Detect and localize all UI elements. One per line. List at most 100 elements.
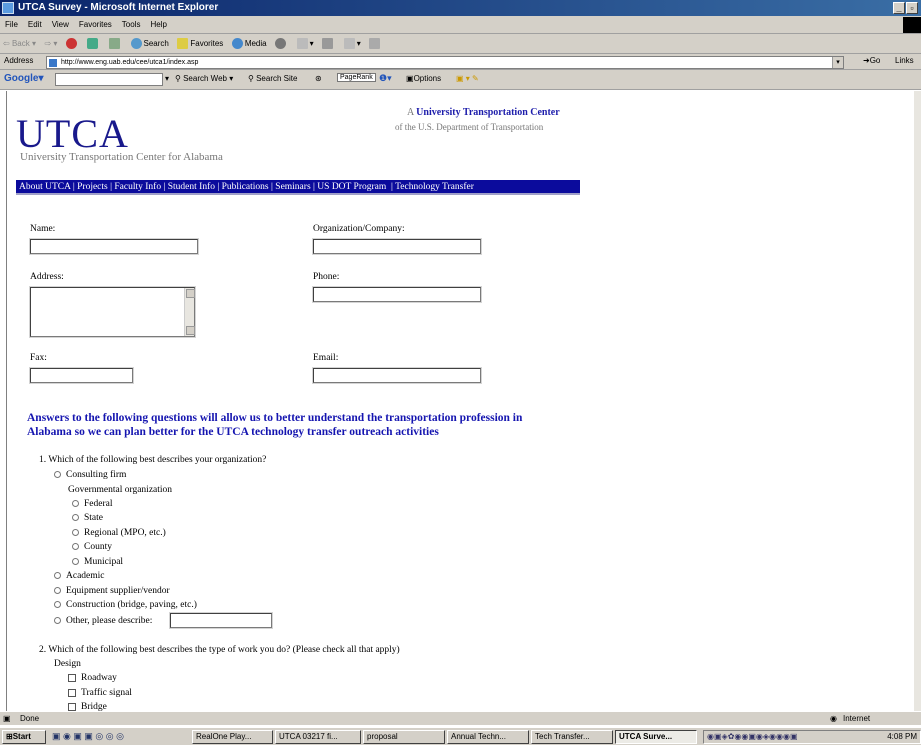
radio-consulting[interactable] [54, 471, 61, 479]
nav-projects[interactable]: Projects [77, 182, 108, 192]
nav-tech-transfer[interactable]: Technology Transfer [395, 182, 474, 192]
back-button[interactable]: ⇦ Back ▾ [0, 34, 39, 54]
page-icon [49, 59, 57, 67]
menu-file[interactable]: File [0, 16, 23, 34]
task-proposal[interactable]: proposal [363, 730, 445, 744]
windows-logo [903, 17, 921, 33]
vertical-scrollbar[interactable] [914, 91, 921, 711]
option-state[interactable]: State [72, 513, 103, 523]
address-dropdown[interactable]: ▾ [832, 57, 843, 68]
option-regional[interactable]: Regional (MPO, etc.) [72, 528, 166, 538]
radio-other[interactable] [54, 617, 61, 625]
news-icon[interactable]: ⊛ [315, 74, 322, 83]
media-button[interactable]: Media [229, 34, 270, 54]
org-label: Organization/Company: [313, 224, 405, 234]
radio-construction[interactable] [54, 601, 61, 609]
search-site-button[interactable]: ⚲ Search Site [248, 74, 297, 83]
edit-button[interactable]: ▾ [341, 34, 364, 54]
go-button[interactable]: ➜Go [863, 56, 880, 65]
ut-center-link[interactable]: University Transportation Center [416, 107, 560, 118]
google-search-input[interactable] [55, 73, 163, 86]
radio-regional[interactable] [72, 529, 79, 537]
discuss-button[interactable] [366, 34, 385, 54]
quicklaunch-icons[interactable]: ▣ ◉ ▣ ▣ ◎ ◎ ◎ [52, 731, 124, 742]
pagerank-meter: PageRank [337, 73, 376, 82]
search-button[interactable]: Search [128, 34, 172, 54]
task-annual-techn[interactable]: Annual Techn... [447, 730, 529, 744]
history-icon [275, 38, 287, 50]
task-utca-03217[interactable]: UTCA 03217 fi... [275, 730, 361, 744]
start-button[interactable]: ⊞Start [2, 730, 46, 744]
menu-favorites[interactable]: Favorites [74, 16, 117, 34]
checkbox-roadway[interactable] [68, 673, 76, 682]
ut-center-title[interactable]: A University Transportation Center [407, 107, 560, 118]
radio-county[interactable] [72, 543, 79, 551]
address-textarea[interactable] [29, 286, 196, 338]
tray-icons[interactable]: ◉▣◈✿◉◉▣◉◈◉◉◉▣ [707, 732, 798, 741]
radio-academic[interactable] [54, 572, 61, 580]
task-realone[interactable]: RealOne Play... [192, 730, 273, 744]
search-web-button[interactable]: ⚲ Search Web ▾ [175, 74, 233, 83]
option-construction[interactable]: Construction (bridge, paving, etc.) [54, 600, 197, 610]
utca-logo: UTCA [16, 111, 129, 156]
radio-municipal[interactable] [72, 558, 79, 566]
print-icon [322, 38, 334, 50]
highlight-icon[interactable]: ▣ ▾ ✎ [456, 74, 479, 83]
menu-tools[interactable]: Tools [117, 16, 146, 34]
option-roadway[interactable]: Roadway [68, 673, 117, 683]
google-logo[interactable]: Google▾ [4, 73, 43, 84]
checkbox-bridge[interactable] [68, 702, 76, 711]
menu-edit[interactable]: Edit [23, 16, 47, 34]
minimize-button[interactable]: _ [893, 2, 905, 14]
textarea-scrollbar[interactable] [184, 288, 195, 336]
favorites-button[interactable]: Favorites [174, 34, 226, 54]
fax-input[interactable] [29, 367, 134, 384]
name-input[interactable] [29, 238, 199, 255]
option-other[interactable]: Other, please describe: [54, 616, 152, 626]
print-button[interactable] [319, 34, 338, 54]
forward-button[interactable]: ⇨ ▾ [42, 34, 61, 54]
standard-toolbar: ⇦ Back ▾ ⇨ ▾ Search Favorites Media ▾ ▾ [0, 34, 921, 54]
option-bridge[interactable]: Bridge [68, 702, 107, 711]
nav-publications[interactable]: Publications [222, 182, 269, 192]
logo-subtitle: University Transportation Center for Ala… [20, 151, 223, 163]
menu-help[interactable]: Help [145, 16, 171, 34]
restore-button[interactable]: ▫ [906, 2, 918, 14]
org-input[interactable] [312, 238, 482, 255]
stop-button[interactable] [63, 34, 82, 54]
option-traffic-signal[interactable]: Traffic signal [68, 688, 132, 698]
discuss-icon [369, 38, 381, 50]
options-button[interactable]: ▣Options [406, 74, 441, 83]
links-button[interactable]: Links [895, 56, 914, 65]
radio-federal[interactable] [72, 500, 79, 508]
option-equipment[interactable]: Equipment supplier/vendor [54, 586, 170, 596]
radio-state[interactable] [72, 514, 79, 522]
address-input[interactable]: http://www.eng.uab.edu/cee/utca1/index.a… [46, 56, 844, 69]
nav-seminars[interactable]: Seminars [275, 182, 310, 192]
option-consulting[interactable]: Consulting firm [54, 470, 126, 480]
home-button[interactable] [106, 34, 125, 54]
other-describe-input[interactable] [169, 612, 273, 629]
nav-faculty[interactable]: Faculty Info [114, 182, 161, 192]
task-tech-transfer[interactable]: Tech Transfer... [531, 730, 613, 744]
menu-view[interactable]: View [47, 16, 74, 34]
option-academic[interactable]: Academic [54, 571, 105, 581]
email-input[interactable] [312, 367, 482, 384]
phone-input[interactable] [312, 286, 482, 303]
search-icon [130, 38, 142, 50]
nav-student[interactable]: Student Info [168, 182, 215, 192]
mail-button[interactable]: ▾ [294, 34, 317, 54]
radio-equipment[interactable] [54, 587, 61, 595]
task-utca-survey[interactable]: UTCA Surve... [615, 730, 697, 744]
option-county[interactable]: County [72, 542, 112, 552]
google-dropdown[interactable]: ▾ [165, 74, 169, 83]
option-municipal[interactable]: Municipal [72, 557, 123, 567]
info-icon[interactable]: ❶▾ [379, 73, 392, 84]
nav-usdot[interactable]: US DOT Program [317, 182, 386, 192]
history-button[interactable] [272, 34, 291, 54]
refresh-button[interactable] [84, 34, 103, 54]
nav-about[interactable]: About UTCA [19, 182, 70, 192]
fax-label: Fax: [30, 353, 47, 363]
option-federal[interactable]: Federal [72, 499, 113, 509]
checkbox-traffic-signal[interactable] [68, 688, 76, 697]
